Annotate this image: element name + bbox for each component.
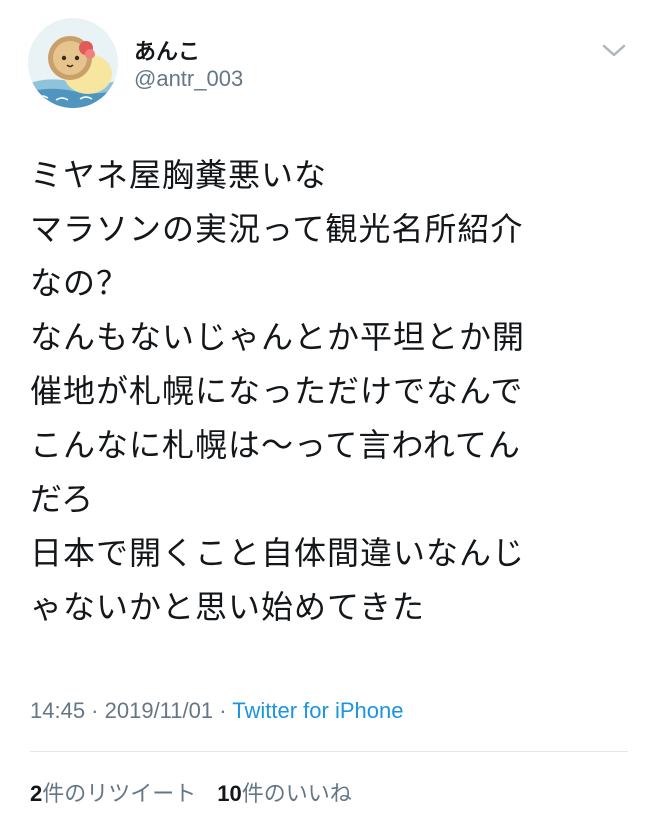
tweet-stats: 2件のリツイート 10件のいいね [30,776,366,808]
tweet-text: ミヤネ屋胸糞悪いな マラソンの実況って観光名所紹介 なの？ なんもないじゃんとか… [30,148,630,634]
like-count: 10 [217,781,242,806]
user-handle[interactable]: @antr_003 [134,66,243,92]
tweet-text-line: だろ [30,480,95,518]
meta-separator: · [85,698,105,723]
meta-separator: · [213,698,233,723]
tweet-time[interactable]: 14:45 [30,698,85,723]
tweet-text-line: ミヤネ屋胸糞悪いな [30,156,328,194]
divider [30,751,628,752]
tweet-meta: 14:45 · 2019/11/01 · Twitter for iPhone [30,698,403,724]
tweet-text-line: 日本で開くこと自体間違いなんじ [30,534,526,572]
avatar-illustration-icon [28,18,118,108]
tweet-source-link[interactable]: Twitter for iPhone [232,698,403,723]
tweet-detail: あんこ @antr_003 ミヤネ屋胸糞悪いな マラソンの実況って観光名所紹介 … [0,0,650,824]
tweet-text-line: なんもないじゃんとか平坦とか開 [30,318,526,356]
retweet-stat[interactable]: 2件のリツイート [30,781,197,807]
tweet-text-line: こんなに札幌は〜って言われてん [30,426,521,464]
retweet-label: 件のリツイート [42,782,197,807]
tweet-text-line: 催地が札幌になっただけでなんで [30,372,524,410]
tweet-text-line: なの？ [30,264,130,302]
like-label: 件のいいね [241,782,352,807]
display-name[interactable]: あんこ [134,34,200,66]
tweet-date[interactable]: 2019/11/01 [105,698,213,723]
tweet-text-line: ゃないかと思い始めてきた [30,588,426,626]
avatar[interactable] [28,18,118,108]
retweet-count: 2 [30,781,43,806]
tweet-text-line: マラソンの実況って観光名所紹介 [30,210,524,248]
like-stat[interactable]: 10件のいいね [217,781,352,807]
chevron-down-icon[interactable] [600,38,628,62]
